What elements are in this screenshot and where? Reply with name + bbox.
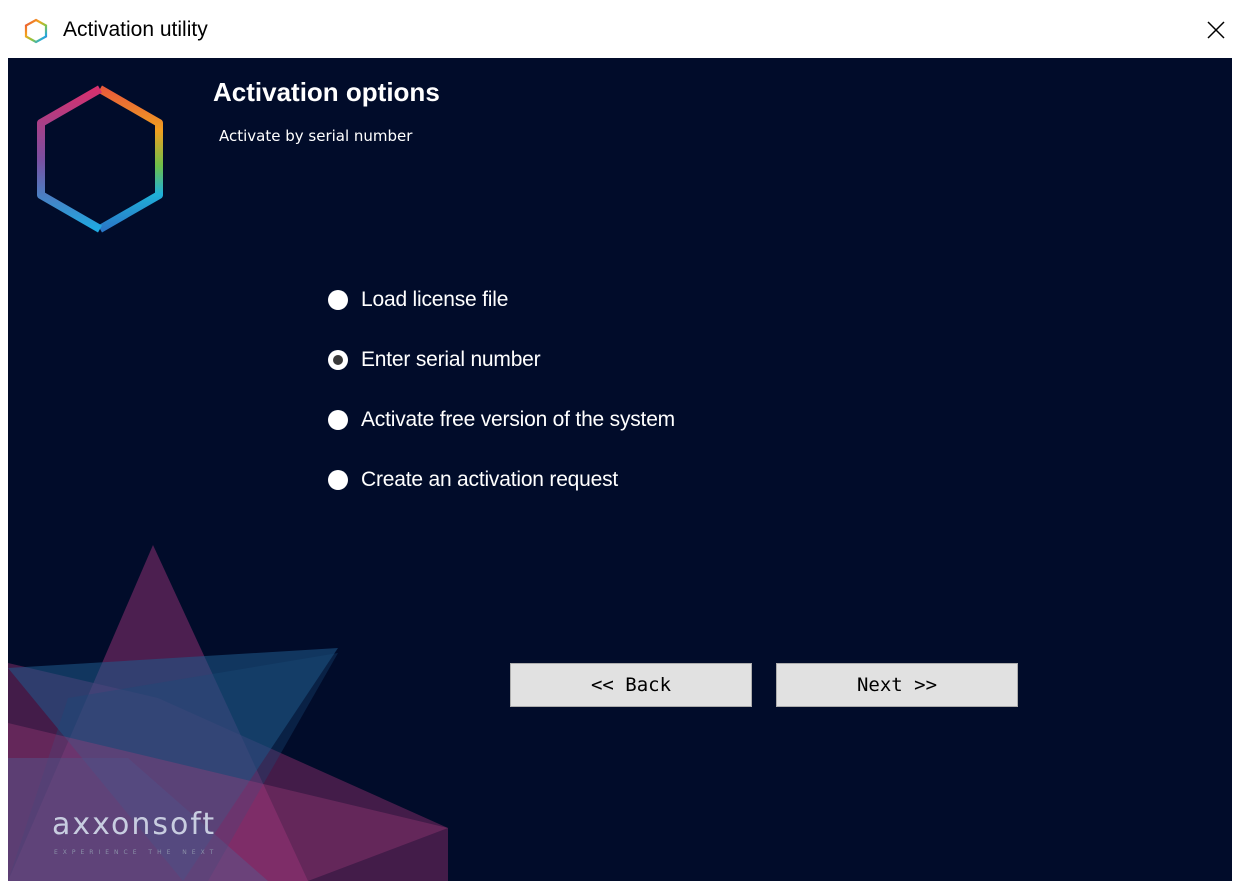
brand-tagline: EXPERIENCE THE NEXT [54, 849, 218, 856]
radio-icon[interactable] [328, 470, 348, 490]
option-activate-free-version[interactable]: Activate free version of the system [328, 405, 675, 435]
option-label: Activate free version of the system [361, 408, 675, 431]
radio-icon[interactable] [328, 290, 348, 310]
option-load-license-file[interactable]: Load license file [328, 285, 675, 315]
option-label: Enter serial number [361, 348, 541, 371]
option-enter-serial-number[interactable]: Enter serial number [328, 345, 675, 375]
window-title: Activation utility [63, 18, 208, 41]
close-button[interactable] [1193, 8, 1239, 52]
option-create-activation-request[interactable]: Create an activation request [328, 465, 675, 495]
radio-icon[interactable] [328, 410, 348, 430]
back-button[interactable]: << Back [510, 663, 752, 707]
hexagon-logo-icon [24, 18, 48, 44]
option-label: Create an activation request [361, 468, 619, 491]
title-bar: Activation utility [0, 0, 1239, 58]
activation-window: Activation utility Activation options Ac… [0, 0, 1239, 881]
brand-logo-text: axxonsoft [52, 807, 216, 842]
activation-options-group: Load license file Enter serial number Ac… [328, 285, 675, 525]
next-button[interactable]: Next >> [776, 663, 1018, 707]
option-label: Load license file [361, 288, 509, 311]
page-title: Activation options [213, 77, 440, 107]
axxonsoft-logo: axxonsoft EXPERIENCE THE NEXT [52, 807, 218, 856]
hexagon-logo [37, 85, 163, 233]
radio-icon[interactable] [328, 350, 348, 370]
page-subtitle: Activate by serial number [219, 127, 413, 145]
close-icon [1207, 21, 1225, 39]
wizard-panel: Activation options Activate by serial nu… [8, 58, 1232, 881]
